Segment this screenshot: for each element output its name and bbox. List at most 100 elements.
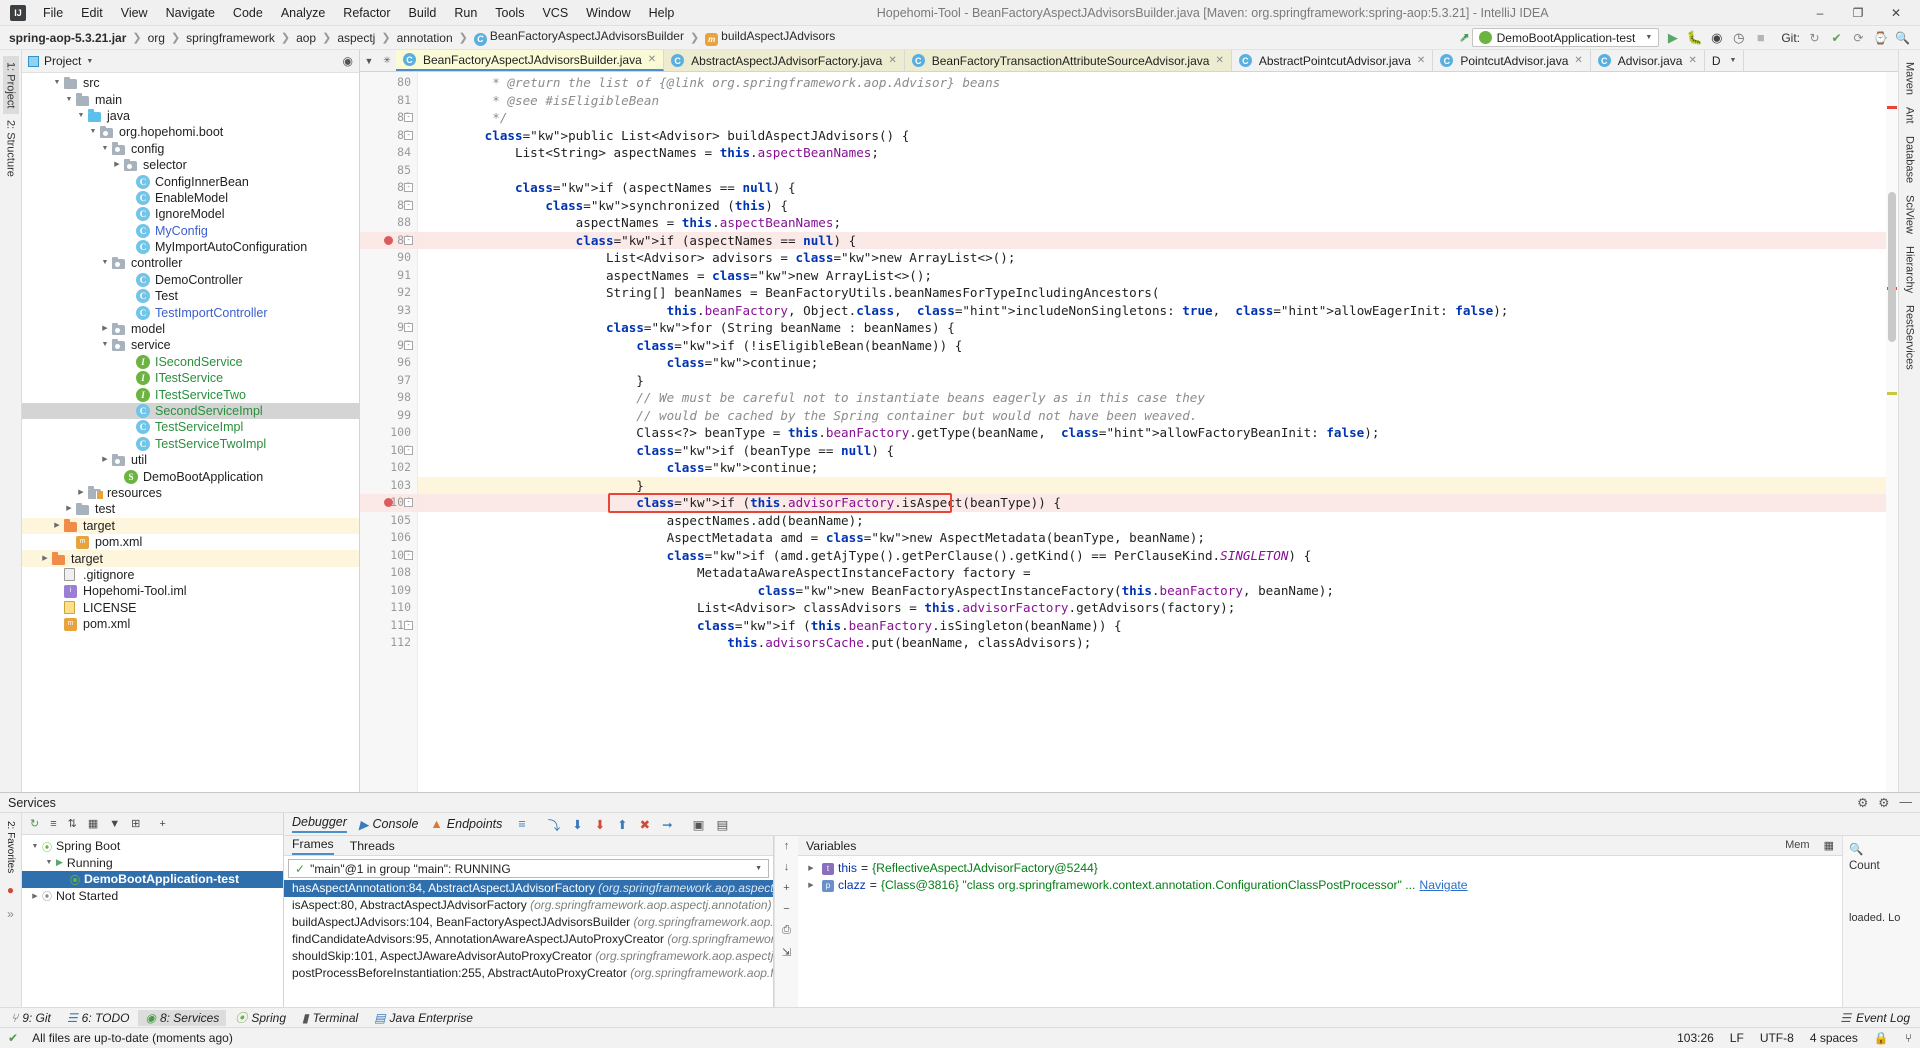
force-step-into-icon[interactable]: ⬇	[595, 817, 605, 832]
tabs-overflow[interactable]: D ▼	[1704, 50, 1745, 71]
frame-row[interactable]: findCandidateAdvisors:95, AnnotationAwar…	[284, 931, 773, 948]
code-line[interactable]: * @return the list of {@link org.springf…	[418, 74, 1886, 92]
variable-row[interactable]: pclazz={Class@3816} "class org.springfra…	[804, 877, 1842, 894]
menu-item-edit[interactable]: Edit	[72, 3, 112, 23]
toggle-right-icon[interactable]	[62, 501, 76, 517]
tree-node[interactable]: C TestImportController	[22, 304, 359, 320]
caret-position[interactable]: 103:26	[1677, 1031, 1714, 1045]
gutter-line[interactable]: 88	[360, 214, 417, 232]
menu-item-run[interactable]: Run	[445, 3, 486, 23]
toggle-down-icon[interactable]	[74, 108, 88, 124]
frame-row[interactable]: buildAspectJAdvisors:104, BeanFactoryAsp…	[284, 914, 773, 931]
toggle-down-icon[interactable]	[86, 124, 100, 140]
services-tree-node[interactable]: ⦿ Not Started	[22, 888, 283, 905]
gutter-line[interactable]: 103	[360, 477, 417, 495]
lock-icon[interactable]: 🔒	[1874, 1031, 1889, 1045]
breadcrumb-item-aop[interactable]: aop	[291, 30, 321, 46]
gutter-line[interactable]: 81	[360, 92, 417, 110]
code-line[interactable]: }	[418, 476, 1886, 494]
navigate-link[interactable]: Navigate	[1419, 877, 1467, 894]
stop-icon[interactable]: ■	[1753, 30, 1768, 45]
add-icon[interactable]: +	[159, 818, 165, 830]
tree-node[interactable]: m pom.xml	[22, 616, 359, 632]
tree-node[interactable]: C EnableModel	[22, 190, 359, 206]
breadcrumb[interactable]: spring-aop-5.3.21.jar ❯ org ❯ springfram…	[4, 28, 840, 47]
record-icon[interactable]: ●	[7, 883, 14, 897]
editor-tab[interactable]: C PointcutAdvisor.java ✕	[1433, 50, 1591, 71]
close-tab-icon[interactable]: ✕	[1688, 55, 1696, 66]
indent-setting[interactable]: 4 spaces	[1810, 1031, 1858, 1045]
breakpoint-icon[interactable]	[384, 498, 393, 507]
tree-node[interactable]: C Test	[22, 288, 359, 304]
add-tab-icon[interactable]: ⊞	[131, 817, 140, 830]
code-line[interactable]: List<String> aspectNames = this.aspectBe…	[418, 144, 1886, 162]
commit-icon[interactable]: ⟳	[1851, 30, 1866, 45]
tab-frames[interactable]: Frames	[292, 837, 334, 855]
gutter-line[interactable]: 97	[360, 372, 417, 390]
code-line[interactable]: */	[418, 109, 1886, 127]
breadcrumb-item-aspectj[interactable]: aspectj	[332, 30, 380, 46]
code-fold-icon[interactable]: -	[404, 183, 413, 192]
code-line[interactable]: class="kw">public List<Advisor> buildAsp…	[418, 127, 1886, 145]
code-line[interactable]: this.beanFactory, Object.class, class="h…	[418, 302, 1886, 320]
code-line[interactable]: class="kw">if (beanType == null) {	[418, 442, 1886, 460]
tree-node[interactable]: test	[22, 501, 359, 517]
gutter-line[interactable]: 99	[360, 407, 417, 425]
frames-header[interactable]: Frames Threads	[284, 836, 773, 856]
collapse-icon[interactable]: ≡	[50, 818, 56, 830]
frames-list[interactable]: hasAspectAnnotation:84, AbstractAspectJA…	[284, 880, 773, 1007]
code-fold-icon[interactable]: -	[404, 235, 413, 245]
gutter-line[interactable]: 92	[360, 284, 417, 302]
tree-node[interactable]: I ISecondService	[22, 354, 359, 370]
services-tree-node[interactable]: ⦿ DemoBootApplication-test	[22, 871, 283, 888]
pin-icon[interactable]: ✳	[378, 50, 396, 71]
code-fold-icon[interactable]: -	[404, 130, 413, 140]
check-icon[interactable]: ✔	[1829, 30, 1844, 45]
breadcrumb-item-springframework[interactable]: springframework	[181, 30, 280, 46]
sidebar-item-project[interactable]: 1: Project	[2, 56, 19, 115]
frame-row[interactable]: shouldSkip:101, AspectJAwareAdvisorAutoP…	[284, 948, 773, 965]
sidebar-item-maven[interactable]: Maven	[1902, 56, 1918, 101]
gutter-line[interactable]: 93	[360, 302, 417, 320]
tree-node[interactable]: target	[22, 550, 359, 567]
close-tab-icon[interactable]: ✕	[1574, 55, 1582, 66]
editor-tab[interactable]: C AbstractPointcutAdvisor.java ✕	[1231, 50, 1434, 71]
chevron-down-icon[interactable]: ▼	[86, 58, 93, 65]
tree-node[interactable]: C ConfigInnerBean	[22, 173, 359, 189]
editor-tab[interactable]: C Advisor.java ✕	[1590, 50, 1705, 71]
event-log-button[interactable]: ☰ Event Log	[1840, 1011, 1916, 1025]
code-fold-icon[interactable]: -	[404, 340, 413, 350]
breadcrumb-item-method[interactable]: m buildAspectJAdvisors	[700, 28, 840, 47]
grid-icon[interactable]: ▦	[88, 817, 98, 830]
code-fold-icon[interactable]: -	[404, 498, 413, 507]
evaluate-icon[interactable]: ▣	[693, 817, 705, 832]
breakpoint-icon[interactable]	[384, 235, 393, 245]
tree-node[interactable]: C SecondServiceImpl	[22, 402, 359, 420]
warning-marker[interactable]	[1887, 392, 1897, 395]
tab-threads[interactable]: Threads	[350, 839, 395, 853]
bottom-item-todo[interactable]: ☰ 6: TODO	[60, 1010, 137, 1026]
sidebar-item-hierarchy[interactable]: Hierarchy	[1902, 240, 1918, 299]
frame-row[interactable]: hasAspectAnnotation:84, AbstractAspectJA…	[284, 880, 773, 897]
menu-item-refactor[interactable]: Refactor	[334, 3, 399, 23]
toggle-right-icon[interactable]	[74, 485, 88, 501]
tree-node[interactable]: main	[22, 91, 359, 107]
scrollbar-thumb[interactable]	[1888, 192, 1896, 342]
editor-code[interactable]: * @return the list of {@link org.springf…	[418, 72, 1886, 792]
settings-icon[interactable]: ⚙	[1857, 795, 1868, 810]
gutter-line[interactable]: 80	[360, 74, 417, 92]
frame-row[interactable]: isAspect:80, AbstractAspectJAdvisorFacto…	[284, 897, 773, 914]
toggle-down-icon[interactable]	[98, 141, 112, 157]
code-line[interactable]: MetadataAwareAspectInstanceFactory facto…	[418, 564, 1886, 582]
close-tab-icon[interactable]: ✕	[1215, 55, 1223, 66]
arrow-up-icon[interactable]: ↑	[784, 840, 790, 852]
gutter-line[interactable]: 110	[360, 599, 417, 617]
code-line[interactable]: // would be cached by the Spring contain…	[418, 407, 1886, 425]
code-line[interactable]: class="kw">if (aspectNames == null) {	[418, 231, 1886, 249]
profiler-icon[interactable]: ◷	[1731, 30, 1746, 45]
tree-node[interactable]: target	[22, 517, 359, 534]
minimize-icon[interactable]: —	[1900, 795, 1913, 810]
minimize-button[interactable]: –	[1802, 1, 1838, 25]
tree-node[interactable]: C TestServiceTwoImpl	[22, 436, 359, 452]
code-line[interactable]: AspectMetadata amd = class="kw">new Aspe…	[418, 529, 1886, 547]
